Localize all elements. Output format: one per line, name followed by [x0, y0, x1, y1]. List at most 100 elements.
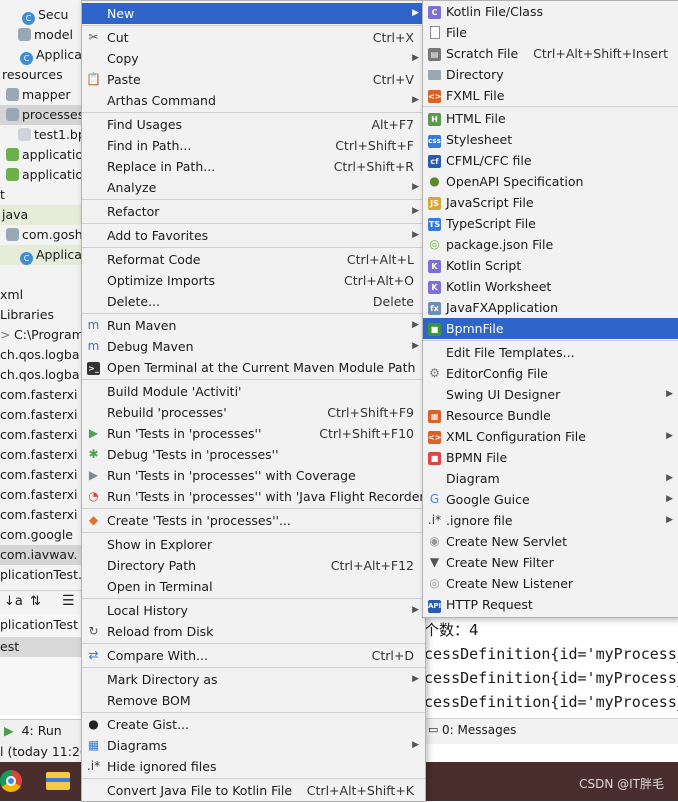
main_menu-item-rebuild-processes[interactable]: Rebuild 'processes' Ctrl+Shift+F9	[82, 402, 425, 423]
chrome-icon[interactable]	[0, 770, 22, 792]
tree-node[interactable]: mapper	[0, 85, 84, 105]
sub_menu-item-javafxapplication[interactable]: fx JavaFXApplication	[423, 297, 678, 318]
sub_menu-item-html-file[interactable]: H HTML File	[423, 108, 678, 129]
main_menu-item-debug-tests-in-processes[interactable]: ✱ Debug 'Tests in 'processes''	[82, 444, 425, 465]
sub_menu-item-fxml-file[interactable]: <> FXML File	[423, 85, 678, 106]
file-explorer-icon[interactable]	[46, 772, 70, 790]
main_menu-item-new[interactable]: New ▶	[82, 3, 425, 24]
main_menu-item-run-tests-in-processes[interactable]: ▶ Run 'Tests in 'processes'' Ctrl+Shift+F1…	[82, 423, 425, 444]
main_menu-item-open-terminal-at-the-current-maven-module-path[interactable]: >_ Open Terminal at the Current Maven Mod…	[82, 357, 425, 378]
tree-node[interactable]: processes	[0, 105, 84, 125]
main_menu-item-remove-bom[interactable]: Remove BOM	[82, 690, 425, 711]
sub_menu-item-kotlin-worksheet[interactable]: K Kotlin Worksheet	[423, 276, 678, 297]
main_menu-item-add-to-favorites[interactable]: Add to Favorites ▶	[82, 225, 425, 246]
main_menu-item-find-usages[interactable]: Find Usages Alt+F7	[82, 114, 425, 135]
sub_menu-item-diagram[interactable]: Diagram ▶	[423, 468, 678, 489]
sub_menu-item-xml-configuration-file[interactable]: <> XML Configuration File ▶	[423, 426, 678, 447]
main_menu-item-run-tests-in-processes-with-coverage[interactable]: ▶ Run 'Tests in 'processes'' with Coverag…	[82, 465, 425, 486]
main_menu-item-reformat-code[interactable]: Reformat Code Ctrl+Alt+L	[82, 249, 425, 270]
sub_menu-item-javascript-file[interactable]: JS JavaScript File	[423, 192, 678, 213]
tree-node[interactable]: com.fasterxi	[0, 385, 84, 405]
main_menu-item-find-in-path[interactable]: Find in Path... Ctrl+Shift+F	[82, 135, 425, 156]
sub_menu-item-edit-file-templates[interactable]: Edit File Templates...	[423, 342, 678, 363]
tree-node[interactable]: application	[0, 145, 84, 165]
main_menu-item-diagrams[interactable]: ▦ Diagrams ▶	[82, 735, 425, 756]
tree-node[interactable]: ch.qos.logba	[0, 345, 84, 365]
tree-node[interactable]: com.fasterxi	[0, 425, 84, 445]
tree-node[interactable]: Libraries	[0, 305, 84, 325]
sort-icon[interactable]: ⇅	[30, 594, 41, 609]
main_menu-item-paste[interactable]: 📋 Paste Ctrl+V	[82, 69, 425, 90]
sub_menu-item-create-new-servlet[interactable]: ◉ Create New Servlet	[423, 531, 678, 552]
main_menu-item-compare-with[interactable]: ⇄ Compare With... Ctrl+D	[82, 645, 425, 666]
sub_menu-item-bpmn-file[interactable]: ■ BPMN File	[423, 447, 678, 468]
sub_menu-item-http-request[interactable]: API HTTP Request	[423, 594, 678, 615]
tree-node[interactable]: application	[0, 165, 84, 185]
main_menu-item-delete[interactable]: Delete... Delete	[82, 291, 425, 312]
main_menu-item-debug-maven[interactable]: m Debug Maven ▶	[82, 336, 425, 357]
tree-node[interactable]: plicationTest.te	[0, 565, 84, 585]
sub_menu-item-editorconfig-file[interactable]: ⚙ EditorConfig File	[423, 363, 678, 384]
main_menu-item-convert-java-file-to-kotlin-file[interactable]: Convert Java File to Kotlin File Ctrl+Alt…	[82, 780, 425, 801]
sub_menu-item-kotlin-script[interactable]: K Kotlin Script	[423, 255, 678, 276]
sub_menu-item-create-new-listener[interactable]: ◎ Create New Listener	[423, 573, 678, 594]
main_menu-item-mark-directory-as[interactable]: Mark Directory as ▶	[82, 669, 425, 690]
main_menu-item-reload-from-disk[interactable]: ↻ Reload from Disk	[82, 621, 425, 642]
tree-node[interactable]: com.fasterxi	[0, 505, 84, 525]
tree-node[interactable]: C Secu	[0, 5, 84, 25]
main_menu-item-refactor[interactable]: Refactor ▶	[82, 201, 425, 222]
main_menu-item-local-history[interactable]: Local History ▶	[82, 600, 425, 621]
tree-node[interactable]: ch.qos.logba	[0, 365, 84, 385]
sub_menu-item-typescript-file[interactable]: TS TypeScript File	[423, 213, 678, 234]
tree-node[interactable]: test1.bp	[0, 125, 84, 145]
main_menu-item-optimize-imports[interactable]: Optimize Imports Ctrl+Alt+O	[82, 270, 425, 291]
sub_menu-item-resource-bundle[interactable]: ▦ Resource Bundle	[423, 405, 678, 426]
main_menu-item-open-in-terminal[interactable]: Open in Terminal	[82, 576, 425, 597]
sub_menu-item-kotlin-file-class[interactable]: C Kotlin File/Class	[423, 1, 678, 22]
main_menu-item-run-maven[interactable]: m Run Maven ▶	[82, 315, 425, 336]
tree-node[interactable]: com.goshi	[0, 225, 84, 245]
tree-node[interactable]: model	[0, 25, 84, 45]
tree-node[interactable]: t	[0, 185, 84, 205]
main_menu-item-show-in-explorer[interactable]: Show in Explorer	[82, 534, 425, 555]
sub_menu-item-create-new-filter[interactable]: ▼ Create New Filter	[423, 552, 678, 573]
run-tab[interactable]: ▶ 4: Run	[0, 720, 62, 742]
main_menu-item-arthas-command[interactable]: Arthas Command ▶	[82, 90, 425, 111]
tree-node[interactable]: resources	[0, 65, 84, 85]
main_menu-item-create-tests-in-processes[interactable]: ◆ Create 'Tests in 'processes''...	[82, 510, 425, 531]
main_menu-item-directory-path[interactable]: Directory Path Ctrl+Alt+F12	[82, 555, 425, 576]
sub_menu-item-cfml-cfc-file[interactable]: cf CFML/CFC file	[423, 150, 678, 171]
main_menu-item-analyze[interactable]: Analyze ▶	[82, 177, 425, 198]
tree-node[interactable]: com.google	[0, 525, 84, 545]
sub_menu-item-package-json-file[interactable]: ◎ package.json File	[423, 234, 678, 255]
main_menu-item-build-module-activiti[interactable]: Build Module 'Activiti'	[82, 381, 425, 402]
messages-tab[interactable]: 0: Messages	[442, 723, 516, 737]
tree-node[interactable]: java	[0, 205, 84, 225]
tree-node[interactable]: com.fasterxi	[0, 445, 84, 465]
collapse-icon[interactable]: ☰	[62, 593, 75, 609]
main_menu-item-hide-ignored-files[interactable]: .i* Hide ignored files	[82, 756, 425, 777]
sub_menu-item-directory[interactable]: Directory	[423, 64, 678, 85]
main_menu-item-run-tests-in-processes-with-java-flight-recorder[interactable]: ◔ Run 'Tests in 'processes'' with 'Java F…	[82, 486, 428, 507]
sub_menu-item-ignore-file[interactable]: .i* .ignore file ▶	[423, 510, 678, 531]
sort-alpha-icon[interactable]: ↓a	[4, 594, 23, 609]
tree-node[interactable]: C Applica	[0, 45, 84, 65]
tree-node[interactable]: C Applicat	[0, 245, 84, 265]
tree-node[interactable]: com.fasterxi	[0, 405, 84, 425]
sub_menu-item-google-guice[interactable]: G Google Guice ▶	[423, 489, 678, 510]
tree-node[interactable]: > C:\Program	[0, 325, 84, 345]
test-row[interactable]: est	[0, 637, 84, 657]
sub_menu-item-openapi-specification[interactable]: ● OpenAPI Specification	[423, 171, 678, 192]
sub_menu-item-scratch-file[interactable]: ▤ Scratch File Ctrl+Alt+Shift+Insert	[423, 43, 678, 64]
main_menu-item-replace-in-path[interactable]: Replace in Path... Ctrl+Shift+R	[82, 156, 425, 177]
tree-node[interactable]: xml	[0, 285, 84, 305]
tree-node[interactable]: com.fasterxi	[0, 485, 84, 505]
tree-node[interactable]: com.iavwav.	[0, 545, 84, 565]
main_menu-item-cut[interactable]: ✂ Cut Ctrl+X	[82, 27, 425, 48]
tree-node[interactable]: com.fasterxi	[0, 465, 84, 485]
sub_menu-item-bpmnfile[interactable]: ■ BpmnFile	[423, 318, 678, 339]
sub_menu-item-file[interactable]: File	[423, 22, 678, 43]
sub_menu-item-swing-ui-designer[interactable]: Swing UI Designer ▶	[423, 384, 678, 405]
main_menu-item-create-gist[interactable]: ● Create Gist...	[82, 714, 425, 735]
main_menu-item-copy[interactable]: Copy ▶	[82, 48, 425, 69]
